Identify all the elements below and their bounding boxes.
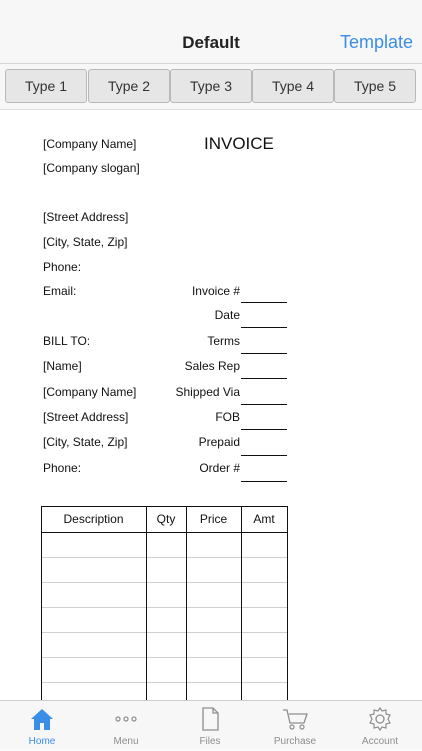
line-items-table[interactable]: Description Qty Price Amt [41, 506, 288, 706]
company-name: [Company Name] [43, 137, 137, 151]
tab-home[interactable]: Home [0, 701, 84, 751]
terms-field[interactable] [241, 353, 287, 354]
city-state-zip: [City, State, Zip] [43, 235, 128, 249]
gear-icon [367, 706, 393, 737]
prepaid-field[interactable] [241, 455, 287, 456]
cart-icon [281, 706, 309, 737]
type-4-button[interactable]: Type 4 [252, 69, 334, 103]
tab-menu[interactable]: Menu [84, 701, 168, 751]
column-header-price: Price [199, 512, 228, 526]
tab-files[interactable]: Files [168, 701, 252, 751]
invoice-number-field[interactable] [241, 302, 287, 303]
invoice-number-label: Invoice # [191, 284, 240, 298]
table-border-right [287, 506, 288, 706]
bill-to-phone: Phone: [43, 461, 82, 475]
date-label: Date [214, 308, 240, 322]
table-column-divider [146, 506, 147, 706]
tab-purchase-label: Purchase [273, 736, 317, 747]
table-border-left [41, 506, 42, 706]
invoice-document: INVOICE [Company Name] [Company slogan] … [0, 110, 422, 706]
document-icon [197, 706, 223, 737]
navigation-bar: Default Template [0, 0, 422, 64]
type-2-button[interactable]: Type 2 [88, 69, 170, 103]
type-1-button[interactable]: Type 1 [5, 69, 87, 103]
tab-account-label: Account [361, 736, 399, 747]
order-number-label: Order # [199, 461, 240, 475]
tab-account[interactable]: Account [338, 701, 422, 751]
invoice-title: INVOICE [204, 134, 274, 153]
type-selector: Type 1 Type 2 Type 3 Type 4 Type 5 [0, 64, 422, 110]
bill-to-label: BILL TO: [43, 334, 91, 348]
date-field[interactable] [241, 327, 287, 328]
home-icon [29, 706, 55, 737]
tab-purchase[interactable]: Purchase [253, 701, 337, 751]
table-header-divider [41, 532, 288, 533]
street-address: [Street Address] [43, 210, 129, 224]
shipped-via-label: Shipped Via [175, 385, 241, 399]
table-row [41, 607, 288, 608]
template-button[interactable]: Template [340, 32, 413, 53]
sales-rep-label: Sales Rep [184, 359, 240, 373]
table-row [41, 632, 288, 633]
tab-bar: Home Menu Files Purchase Account [0, 700, 422, 750]
phone-label: Phone: [43, 260, 82, 274]
order-number-field[interactable] [241, 481, 287, 482]
type-3-button[interactable]: Type 3 [170, 69, 252, 103]
bill-to-street: [Street Address] [43, 410, 129, 424]
column-header-description: Description [63, 512, 124, 526]
column-header-amt: Amt [253, 512, 275, 526]
tab-home-label: Home [28, 736, 56, 747]
tab-menu-label: Menu [113, 736, 139, 747]
table-row [41, 657, 288, 658]
table-row [41, 682, 288, 683]
fob-label: FOB [215, 410, 240, 424]
table-column-divider [241, 506, 242, 706]
email-label: Email: [43, 284, 77, 298]
shipped-via-field[interactable] [241, 404, 287, 405]
type-5-button[interactable]: Type 5 [334, 69, 416, 103]
prepaid-label: Prepaid [198, 435, 240, 449]
table-column-divider [186, 506, 187, 706]
company-slogan: [Company slogan] [43, 161, 140, 175]
column-header-qty: Qty [156, 512, 176, 526]
more-dots-icon [113, 706, 139, 737]
fob-field[interactable] [241, 429, 287, 430]
bill-to-city: [City, State, Zip] [43, 435, 128, 449]
table-border-top [41, 506, 288, 507]
tab-files-label: Files [199, 736, 221, 747]
sales-rep-field[interactable] [241, 378, 287, 379]
bill-to-name: [Name] [43, 359, 82, 373]
bill-to-company: [Company Name] [43, 385, 137, 399]
table-row [41, 557, 288, 558]
table-row [41, 582, 288, 583]
terms-label: Terms [207, 334, 240, 348]
